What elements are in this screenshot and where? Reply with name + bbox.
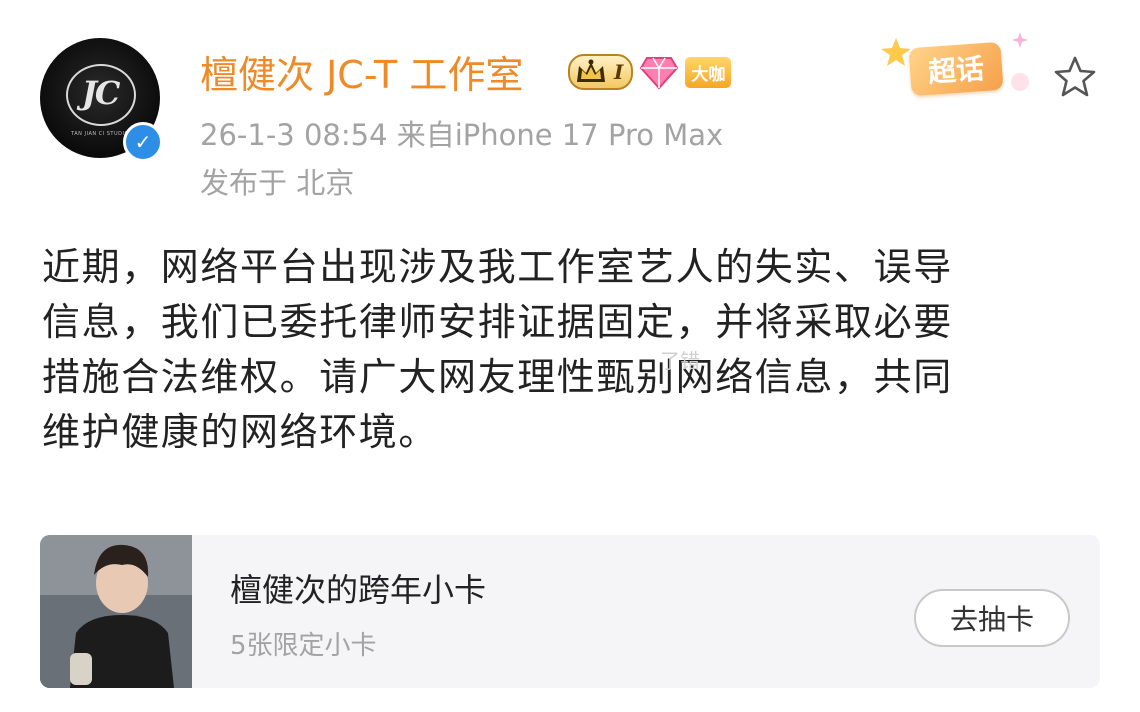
user-badges: I 大咖 [568, 52, 732, 92]
post-body-line: 维护健康的网络环境。 [42, 410, 439, 454]
crown-icon [577, 59, 605, 82]
watermark: 了错 [660, 349, 700, 373]
post-meta: 26-1-3 08:54 来自iPhone 17 Pro Max [200, 118, 724, 152]
promo-card[interactable]: 檀健次的跨年小卡 5张限定小卡 去抽卡 [40, 535, 1100, 688]
post-body-line: 措施合法维权。请广大网友理性甄别网络信息，共同 [42, 355, 953, 399]
post-body-line: 信息，我们已委托律师安排证据固定，并将采取必要 [42, 300, 953, 344]
big-shot-badge[interactable]: 大咖 [685, 56, 732, 88]
verified-icon: ✓ [123, 122, 163, 162]
post-location: 发布于 北京 [200, 166, 355, 200]
avatar-logo: JC [81, 74, 121, 112]
card-title: 檀健次的跨年小卡 [230, 571, 487, 609]
post-body-line: 近期，网络平台出现涉及我工作室艺人的失实、误导 [42, 245, 953, 289]
card-thumbnail [40, 535, 192, 688]
draw-card-button[interactable]: 去抽卡 [914, 589, 1070, 647]
post-body: 近期，网络平台出现涉及我工作室艺人的失实、误导 信息，我们已委托律师安排证据固定… [42, 240, 1102, 460]
person-photo [40, 535, 192, 688]
star-icon[interactable] [1052, 54, 1098, 100]
gem-icon[interactable] [639, 54, 679, 90]
author-name[interactable]: 檀健次 JC-T 工作室 [200, 44, 523, 99]
card-subtitle: 5张限定小卡 [230, 631, 377, 661]
level-text: I [614, 60, 624, 84]
topic-label[interactable]: 超话 [908, 41, 1004, 97]
level-badge[interactable]: I [568, 54, 634, 90]
